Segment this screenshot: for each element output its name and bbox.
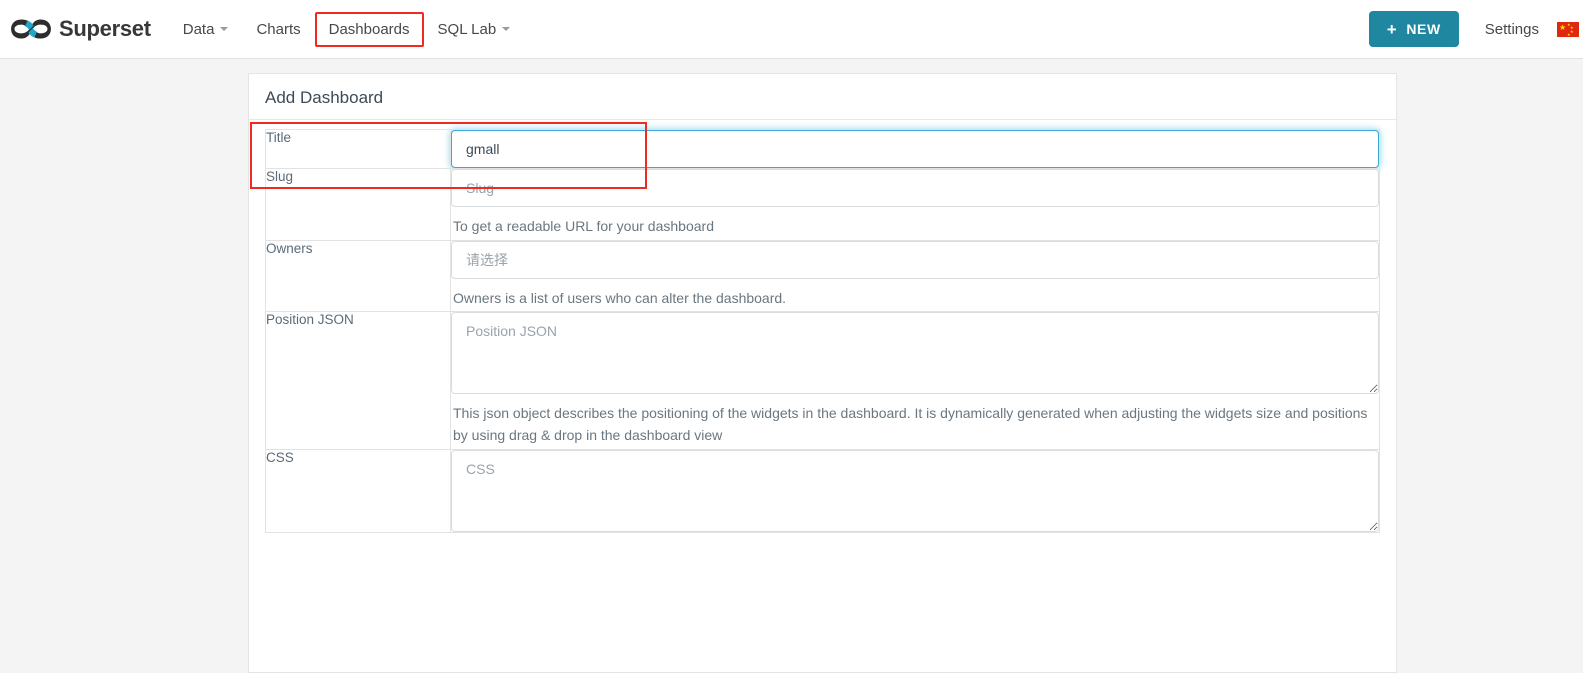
page-title: Add Dashboard [249,74,1396,120]
label-title: Title [265,129,451,169]
top-navbar: Superset Data Charts Dashboards SQL Lab … [0,0,1583,59]
slug-help-text: To get a readable URL for your dashboard [453,218,714,234]
chevron-down-icon [502,27,511,31]
nav-item-data-label: Data [182,20,215,38]
slug-input[interactable] [451,169,1379,207]
form-row-position-json: Position JSON This json object describes… [265,311,1380,450]
form-row-slug: Slug To get a readable URL for your dash… [265,168,1380,241]
plus-icon: + [1386,19,1398,39]
flag-star-large: ★ [1559,22,1567,32]
label-css: CSS [265,449,451,533]
css-textarea[interactable] [451,449,1379,532]
add-dashboard-panel: Add Dashboard Title Slug To get a reada [248,73,1397,673]
position-json-textarea[interactable] [451,312,1379,395]
nav-item-dashboards[interactable]: Dashboards [314,11,424,47]
superset-logo-icon [11,19,51,39]
nav-item-data[interactable]: Data [169,12,243,47]
owners-input[interactable] [451,240,1379,279]
china-flag-icon[interactable]: ★ ★ ★ ★ ★ [1557,21,1579,37]
form-row-title: Title [265,129,1380,169]
owners-help-text: Owners is a list of users who can alter … [453,289,787,306]
label-slug: Slug [265,168,451,241]
nav-item-sql-lab-label: SQL Lab [437,20,497,38]
form-body: Title Slug To get a readable URL for you… [249,120,1396,533]
position-json-help-text: This json object describes the positioni… [453,405,1368,444]
flag-star-small: ★ [1567,31,1571,37]
label-position-json: Position JSON [265,311,451,450]
label-owners: Owners [265,240,451,312]
settings-menu[interactable]: Settings [1485,21,1539,38]
new-button-label: NEW [1406,21,1441,37]
nav-item-charts[interactable]: Charts [242,12,314,47]
settings-label: Settings [1484,20,1539,38]
form-row-owners: Owners Owners is a list of users who can… [265,240,1380,312]
new-button[interactable]: + NEW [1368,11,1459,47]
title-input[interactable] [451,130,1379,168]
form-row-css: CSS [265,449,1380,533]
navbar-right: + NEW Settings ★ ★ ★ ★ ★ [1368,0,1583,59]
nav-item-dashboards-label: Dashboards [328,20,410,38]
nav-item-sql-lab[interactable]: SQL Lab [424,12,525,47]
nav-item-charts-label: Charts [256,20,301,38]
nav-links: Data Charts Dashboards SQL Lab [169,0,524,59]
superset-brand[interactable]: Superset [10,16,151,42]
dashboard-form-table: Title Slug To get a readable URL for you… [265,129,1380,533]
brand-text: Superset [59,16,151,41]
chevron-down-icon [220,27,229,31]
